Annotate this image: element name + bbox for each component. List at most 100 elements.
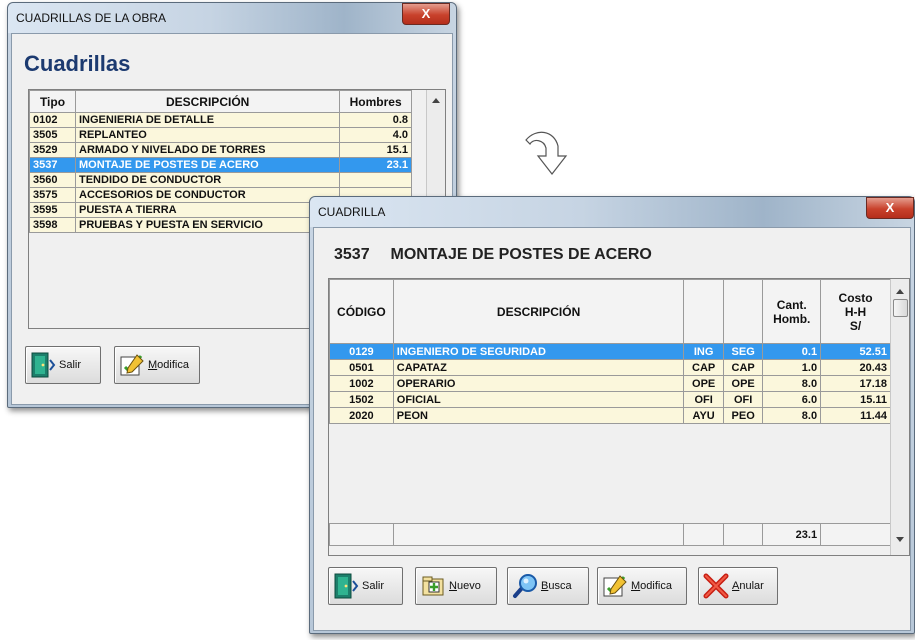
- cell-tipo: 3537: [29, 157, 76, 173]
- cell-c2: SEG: [722, 343, 764, 360]
- cell-codigo: 2020: [329, 407, 394, 424]
- busca-rest: usca: [548, 580, 572, 592]
- cell-descripcion: OPERARIO: [392, 375, 685, 392]
- col-header-codigo[interactable]: CÓDIGO: [329, 279, 394, 344]
- cell-costo: 15.11: [820, 391, 891, 408]
- cell-costo: 52.51: [820, 343, 891, 360]
- total-cant: 23.1: [762, 523, 822, 546]
- col-header-costo[interactable]: Costo H-H S/: [820, 279, 891, 344]
- nuevo-rest: uevo: [456, 580, 481, 592]
- title-bar[interactable]: CUADRILLAS DE LA OBRA: [8, 3, 456, 33]
- cuadrilla-header: 3537 MONTAJE DE POSTES DE ACERO: [334, 246, 652, 264]
- cant-header-line2: Homb.: [773, 311, 811, 326]
- table-row[interactable]: 3560 TENDIDO DE CONDUCTOR: [29, 172, 412, 188]
- modifica-button[interactable]: Modifica: [597, 567, 687, 605]
- cell-tipo: 3529: [29, 142, 76, 158]
- exit-door-icon: [333, 573, 359, 599]
- total-blank-1: [329, 523, 394, 546]
- page-title: Cuadrillas: [24, 51, 131, 76]
- title-bar[interactable]: CUADRILLA: [310, 197, 914, 227]
- cell-c2: OPE: [722, 375, 764, 392]
- nuevo-accel: N: [449, 580, 457, 592]
- scroll-down-arrow-icon[interactable]: [896, 537, 904, 542]
- col-header-tipo[interactable]: Tipo: [29, 90, 76, 113]
- cell-tipo: 3575: [29, 187, 76, 203]
- close-button[interactable]: X: [866, 197, 914, 219]
- table-row[interactable]: 1002 OPERARIO OPE OPE 8.0 17.18: [329, 375, 891, 392]
- salir-button[interactable]: Salir: [25, 346, 101, 384]
- cell-cant: 1.0: [762, 359, 822, 376]
- cell-hombres: [339, 172, 412, 188]
- table-row-selected[interactable]: 3537 MONTAJE DE POSTES DE ACERO 23.1: [29, 157, 412, 173]
- cell-cant: 0.1: [762, 343, 822, 360]
- edit-pencil-icon: [602, 573, 628, 599]
- table-row[interactable]: 0501 CAPATAZ CAP CAP 1.0 20.43: [329, 359, 891, 376]
- window-title: CUADRILLAS DE LA OBRA: [16, 11, 167, 25]
- busca-button[interactable]: Busca: [507, 567, 589, 605]
- anular-button[interactable]: Anular: [698, 567, 778, 605]
- scroll-up-arrow-icon[interactable]: [896, 289, 904, 294]
- table-row[interactable]: 0102 INGENIERIA DE DETALLE 0.8: [29, 112, 412, 128]
- busca-label: Busca: [541, 580, 572, 592]
- totals-row: 23.1: [329, 523, 891, 546]
- scroll-thumb[interactable]: [893, 299, 908, 317]
- col-header-descripcion[interactable]: DESCRIPCIÓN: [74, 90, 341, 113]
- cell-hombres: 4.0: [339, 127, 412, 143]
- col-header-cant[interactable]: Cant. Homb.: [762, 279, 822, 344]
- cell-hombres: 23.1: [339, 157, 412, 173]
- cell-c2: OFI: [722, 391, 764, 408]
- empty-area: [329, 423, 891, 524]
- vertical-scrollbar[interactable]: [890, 279, 909, 555]
- cell-codigo: 1502: [329, 391, 394, 408]
- nuevo-button[interactable]: Nuevo: [415, 567, 497, 605]
- cell-c1: OFI: [683, 391, 724, 408]
- cell-descripcion: INGENIERIA DE DETALLE: [74, 112, 341, 128]
- cell-descripcion: ACCESORIOS DE CONDUCTOR: [74, 187, 341, 203]
- cell-descripcion: CAPATAZ: [392, 359, 685, 376]
- cuadrilla-name: MONTAJE DE POSTES DE ACERO: [390, 246, 652, 263]
- cell-hombres: 0.8: [339, 112, 412, 128]
- salir-button[interactable]: Salir: [328, 567, 403, 605]
- cant-header-line1: Cant.: [776, 297, 807, 312]
- cell-descripcion: OFICIAL: [392, 391, 685, 408]
- cuadrilla-window: CUADRILLA X 3537 MONTAJE DE POSTES DE AC…: [309, 196, 915, 634]
- table-row-selected[interactable]: 0129 INGENIERO DE SEGURIDAD ING SEG 0.1 …: [329, 343, 891, 360]
- cell-codigo: 1002: [329, 375, 394, 392]
- col-header-hombres[interactable]: Hombres: [339, 90, 412, 113]
- cell-cant: 6.0: [762, 391, 822, 408]
- salir-label: Salir: [362, 580, 385, 592]
- cell-descripcion: ARMADO Y NIVELADO DE TORRES: [74, 142, 341, 158]
- table-row[interactable]: 3529 ARMADO Y NIVELADO DE TORRES 15.1: [29, 142, 412, 158]
- new-document-icon: [420, 573, 446, 599]
- detalle-grid: CÓDIGO DESCRIPCIÓN Cant. Homb. Costo H-H…: [328, 278, 910, 556]
- cell-c1: ING: [683, 343, 724, 360]
- close-button[interactable]: X: [402, 3, 450, 25]
- table-row[interactable]: 3505 REPLANTEO 4.0: [29, 127, 412, 143]
- cell-descripcion: PUESTA A TIERRA: [74, 202, 341, 218]
- cell-costo: 17.18: [820, 375, 891, 392]
- anular-rest: nular: [739, 580, 764, 592]
- exit-door-icon: [30, 352, 56, 378]
- empty-cell: [330, 424, 891, 524]
- cell-cant: 8.0: [762, 407, 822, 424]
- salir-label: Salir: [59, 359, 82, 371]
- scroll-up-arrow-icon[interactable]: [432, 98, 440, 103]
- cell-descripcion: PRUEBAS Y PUESTA EN SERVICIO: [74, 217, 341, 233]
- cell-tipo: 3598: [29, 217, 76, 233]
- col-header-descripcion[interactable]: DESCRIPCIÓN: [392, 279, 685, 344]
- table-row[interactable]: 2020 PEON AYU PEO 8.0 11.44: [329, 407, 891, 424]
- cell-hombres: 15.1: [339, 142, 412, 158]
- cell-descripcion: INGENIERO DE SEGURIDAD: [392, 343, 685, 360]
- cell-c2: CAP: [722, 359, 764, 376]
- total-blank-6: [820, 523, 891, 546]
- col-header-c2[interactable]: [722, 279, 764, 344]
- modifica-button[interactable]: Modifica: [114, 346, 200, 384]
- delete-x-icon: [703, 573, 729, 599]
- cuadrilla-code: 3537: [334, 246, 370, 263]
- col-header-c1[interactable]: [683, 279, 724, 344]
- modifica-rest: odifica: [157, 359, 189, 371]
- cell-tipo: 3505: [29, 127, 76, 143]
- total-blank-2: [392, 523, 685, 546]
- table-row[interactable]: 1502 OFICIAL OFI OFI 6.0 15.11: [329, 391, 891, 408]
- cell-costo: 20.43: [820, 359, 891, 376]
